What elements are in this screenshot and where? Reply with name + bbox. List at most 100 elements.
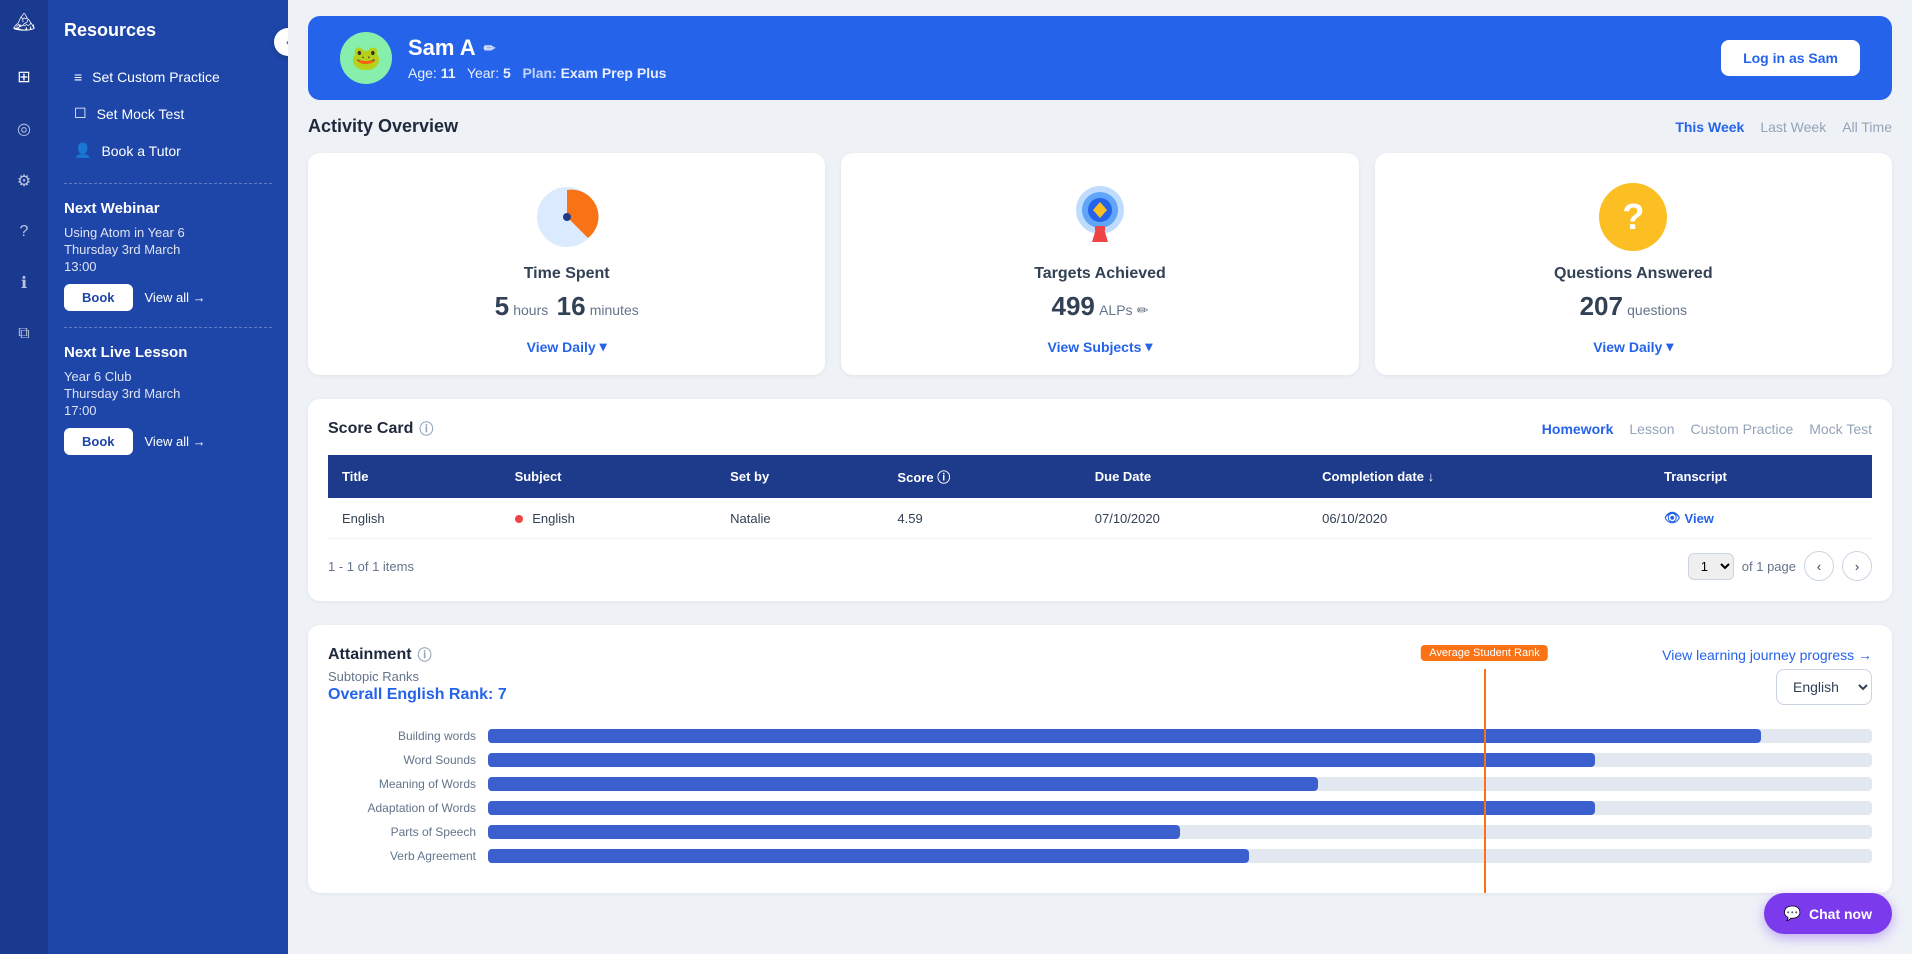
webinar-view-all-link[interactable]: View all → <box>145 290 206 305</box>
attainment-section: Attainment ⓘ View learning journey progr… <box>308 625 1892 893</box>
edit-profile-icon[interactable]: ✏ <box>484 40 496 57</box>
collapse-button[interactable]: ‹ <box>274 28 288 56</box>
view-transcript-link[interactable]: 👁 View <box>1664 510 1858 526</box>
divider-1 <box>64 183 272 184</box>
chat-label: Chat now <box>1809 906 1872 922</box>
questions-unit: questions <box>1627 302 1687 318</box>
chart-label: Parts of Speech <box>328 825 476 839</box>
sc-filter-custom[interactable]: Custom Practice <box>1691 421 1794 437</box>
sidebar-item-custom-practice[interactable]: ≡ Set Custom Practice <box>64 61 272 93</box>
questions-icon: ? <box>1399 181 1868 253</box>
sc-filter-lesson[interactable]: Lesson <box>1629 421 1674 437</box>
row-duedate: 07/10/2020 <box>1081 498 1308 539</box>
profile-info: Sam A ✏ Age: 11 Year: 5 Plan: Exam Prep … <box>408 35 666 81</box>
row-completion: 06/10/2020 <box>1308 498 1650 539</box>
scorecard-thead: Title Subject Set by Score ⓘ Due Date Co… <box>328 455 1872 498</box>
live-lesson-date: Thursday 3rd March <box>64 386 272 401</box>
col-title: Title <box>328 455 501 498</box>
time-filters: This Week Last Week All Time <box>1675 119 1892 135</box>
chart-bar-container: Average Student Rank <box>488 729 1872 743</box>
nav-icon-settings[interactable]: ⚙ <box>11 165 37 197</box>
webinar-book-button[interactable]: Book <box>64 284 133 311</box>
webinar-date: Thursday 3rd March <box>64 242 272 257</box>
pagination-info: 1 - 1 of 1 items <box>328 559 414 574</box>
nav-icon-info[interactable]: ℹ <box>15 267 33 299</box>
time-spent-title: Time Spent <box>332 265 801 283</box>
sidebar-item-label-tutor: Book a Tutor <box>101 143 180 159</box>
view-journey-link[interactable]: View learning journey progress → <box>1662 647 1872 663</box>
chat-icon: 💬 <box>1784 905 1801 922</box>
main-content: 🐸 Sam A ✏ Age: 11 Year: 5 Plan: Exam Pre… <box>288 0 1912 954</box>
content-area: Activity Overview This Week Last Week Al… <box>288 116 1912 913</box>
targets-edit-icon[interactable]: ✏ <box>1137 302 1149 318</box>
nav-icon-help[interactable]: ? <box>14 217 35 247</box>
attainment-header: Attainment ⓘ View learning journey progr… <box>328 645 1872 665</box>
pagination-controls: 1 of 1 page ‹ › <box>1688 551 1872 581</box>
view-subjects-button[interactable]: View Subjects ▾ <box>865 338 1334 355</box>
avg-line: Average Student Rank <box>1484 669 1486 893</box>
subtopic-label: Subtopic Ranks <box>328 669 507 684</box>
avatar-emoji: 🐸 <box>351 44 381 73</box>
icon-bar: 🏔 ⊞ ◎ ⚙ ? ℹ ⧉ <box>0 0 48 954</box>
login-as-button[interactable]: Log in as Sam <box>1721 40 1860 76</box>
webinar-actions: Book View all → <box>64 284 272 311</box>
scorecard-title: Score Card ⓘ <box>328 419 433 439</box>
chart-label: Word Sounds <box>328 753 476 767</box>
subject-dot-icon <box>515 515 523 523</box>
chart-label: Building words <box>328 729 476 743</box>
live-lesson-book-button[interactable]: Book <box>64 428 133 455</box>
activity-overview-header: Activity Overview This Week Last Week Al… <box>308 116 1892 137</box>
view-daily-label-questions: View Daily <box>1593 339 1662 355</box>
live-lesson-name: Year 6 Club <box>64 369 272 384</box>
row-subject: English <box>501 498 717 539</box>
sidebar-item-mock-test[interactable]: ☐ Set Mock Test <box>64 97 272 130</box>
profile-header: 🐸 Sam A ✏ Age: 11 Year: 5 Plan: Exam Pre… <box>308 16 1892 100</box>
col-score-label: Score <box>897 470 933 485</box>
filter-last-week[interactable]: Last Week <box>1760 119 1826 135</box>
scorecard-header: Score Card ⓘ Homework Lesson Custom Prac… <box>328 419 1872 439</box>
logo-icon: 🏔 <box>13 12 36 33</box>
nav-icon-grid[interactable]: ⊞ <box>11 61 36 93</box>
eye-icon: 👁 <box>1664 510 1681 526</box>
chart-row: Parts of Speech <box>488 825 1872 839</box>
sc-filter-homework[interactable]: Homework <box>1542 421 1614 437</box>
filter-this-week[interactable]: This Week <box>1675 119 1744 135</box>
prev-page-button[interactable]: ‹ <box>1804 551 1834 581</box>
scorecard-table: Title Subject Set by Score ⓘ Due Date Co… <box>328 455 1872 539</box>
live-lesson-view-all-link[interactable]: View all → <box>145 434 206 449</box>
chart-bar <box>488 729 1761 743</box>
sidebar-item-tutor[interactable]: 👤 Book a Tutor <box>64 134 272 167</box>
subject-select[interactable]: English Maths Science <box>1776 669 1872 705</box>
next-webinar-title: Next Webinar <box>64 200 272 217</box>
view-daily-button-time[interactable]: View Daily ▾ <box>332 338 801 355</box>
profile-meta: Age: 11 Year: 5 Plan: Exam Prep Plus <box>408 65 666 81</box>
webinar-time: 13:00 <box>64 259 272 274</box>
tutor-icon: 👤 <box>74 142 91 159</box>
sc-filter-mock[interactable]: Mock Test <box>1809 421 1872 437</box>
page-buttons: ‹ › <box>1804 551 1872 581</box>
scorecard-tbody: English English Natalie 4.59 07/10/2020 … <box>328 498 1872 539</box>
filter-all-time[interactable]: All Time <box>1842 119 1892 135</box>
nav-icon-share[interactable]: ⧉ <box>12 319 35 349</box>
chart-bar-container <box>488 801 1872 815</box>
chevron-down-icon-subjects: ▾ <box>1145 338 1152 355</box>
time-spent-card: Time Spent 5 hours 16 minutes View Daily… <box>308 153 825 375</box>
subject-select-container: English Maths Science <box>1776 669 1872 705</box>
targets-achieved-value: 499 ALPs ✏ <box>865 291 1334 322</box>
plan-label: Plan: <box>522 65 556 81</box>
chart-bar <box>488 777 1318 791</box>
view-daily-button-questions[interactable]: View Daily ▾ <box>1399 338 1868 355</box>
nav-icon-target[interactable]: ◎ <box>11 113 37 145</box>
page-select[interactable]: 1 <box>1688 553 1734 580</box>
pagination-row: 1 - 1 of 1 items 1 of 1 page ‹ › <box>328 551 1872 581</box>
view-label: View <box>1685 511 1714 526</box>
questions-answered-value: 207 questions <box>1399 291 1868 322</box>
row-score: 4.59 <box>883 498 1080 539</box>
next-page-button[interactable]: › <box>1842 551 1872 581</box>
divider-2 <box>64 327 272 328</box>
scorecard-info-icon: ⓘ <box>419 419 433 439</box>
time-hours-label: hours <box>513 302 548 318</box>
chat-button[interactable]: 💬 Chat now <box>1764 893 1892 934</box>
chart-area: Building words Average Student Rank Word S… <box>328 729 1872 863</box>
mock-test-icon: ☐ <box>74 105 87 122</box>
